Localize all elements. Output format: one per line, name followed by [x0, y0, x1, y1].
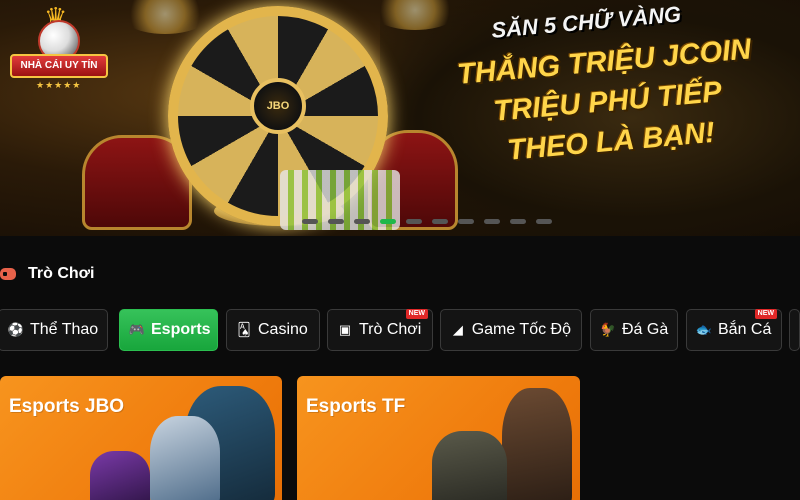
- card-esports-tf[interactable]: Esports TF: [297, 376, 580, 500]
- carousel-dot[interactable]: [432, 219, 448, 224]
- carousel-dot[interactable]: [380, 219, 396, 224]
- soccer-ball-icon: ⚽: [7, 322, 25, 337]
- cards-icon: 🂡: [237, 322, 251, 337]
- promo-banner[interactable]: JBO ♛ NHÀ CÁI UY TÍN ★★★★★ SĂN 5 CHỮ VÀN…: [0, 0, 800, 236]
- tab-label: Trò Chơi: [359, 321, 422, 338]
- tab-label: Đá Gà: [622, 321, 669, 338]
- tab-label: Thể Thao: [30, 321, 99, 338]
- chandelier-light: [120, 0, 210, 34]
- rooster-icon: 🐓: [599, 322, 617, 337]
- carousel-dot[interactable]: [458, 219, 474, 224]
- tab-game-toc-do[interactable]: ◢ Game Tốc Độ: [440, 309, 582, 351]
- tab-casino[interactable]: 🂡 Casino: [226, 309, 320, 351]
- tab-label: Game Tốc Độ: [471, 321, 571, 338]
- fish-icon: 🐟: [695, 322, 713, 337]
- tab-more[interactable]: [789, 309, 800, 351]
- brand-logo: ♛ NHÀ CÁI UY TÍN ★★★★★: [8, 2, 108, 102]
- gamepad-icon: 🎮: [128, 322, 146, 337]
- tab-the-thao[interactable]: ⚽ Thể Thao: [0, 309, 108, 351]
- new-badge: NEW: [405, 309, 428, 319]
- logo-stars: ★★★★★: [36, 80, 82, 90]
- card-title: Esports TF: [306, 396, 406, 417]
- new-badge: NEW: [754, 309, 777, 319]
- carousel-dot[interactable]: [536, 219, 552, 224]
- card-esports-jbo[interactable]: Esports JBO: [0, 376, 282, 500]
- carousel-dot[interactable]: [510, 219, 526, 224]
- slot-machine-icon: ▣: [338, 322, 352, 337]
- card-artwork: [150, 416, 220, 500]
- banner-main-text: THẮNG TRIỆU JCOIN TRIỆU PHÚ TIẾP THEO LÀ…: [416, 26, 800, 178]
- carousel-indicators: [302, 219, 552, 224]
- banner-headline: SĂN 5 CHỮ VÀNG THẮNG TRIỆU JCOIN TRIỆU P…: [412, 0, 800, 216]
- tab-esports[interactable]: 🎮 Esports: [119, 309, 218, 351]
- card-artwork: [502, 388, 572, 500]
- logo-ribbon: NHÀ CÁI UY TÍN: [10, 54, 108, 78]
- carousel-dot[interactable]: [328, 219, 344, 224]
- wheel-hub-logo: JBO: [250, 78, 306, 134]
- carousel-dot[interactable]: [354, 219, 370, 224]
- tab-ban-ca[interactable]: 🐟 Bắn Cá NEW: [686, 309, 782, 351]
- tab-tro-choi[interactable]: ▣ Trò Chơi NEW: [327, 309, 433, 351]
- game-category-tabs: ⚽ Thể Thao 🎮 Esports 🂡 Casino ▣ Trò Chơi…: [0, 309, 800, 351]
- card-artwork: [90, 451, 150, 500]
- tab-da-ga[interactable]: 🐓 Đá Gà: [590, 309, 678, 351]
- gamepad-icon: [0, 268, 16, 280]
- section-title: Trò Chơi: [28, 265, 95, 282]
- tab-label: Bắn Cá: [718, 321, 772, 338]
- games-section-header: Trò Chơi: [0, 264, 94, 284]
- speedometer-icon: ◢: [452, 322, 463, 337]
- carousel-dot[interactable]: [484, 219, 500, 224]
- card-title: Esports JBO: [9, 396, 125, 417]
- card-artwork: [432, 431, 507, 500]
- tab-label: Esports: [151, 321, 211, 338]
- tab-label: Casino: [258, 321, 308, 338]
- carousel-dot[interactable]: [406, 219, 422, 224]
- carousel-dot[interactable]: [302, 219, 318, 224]
